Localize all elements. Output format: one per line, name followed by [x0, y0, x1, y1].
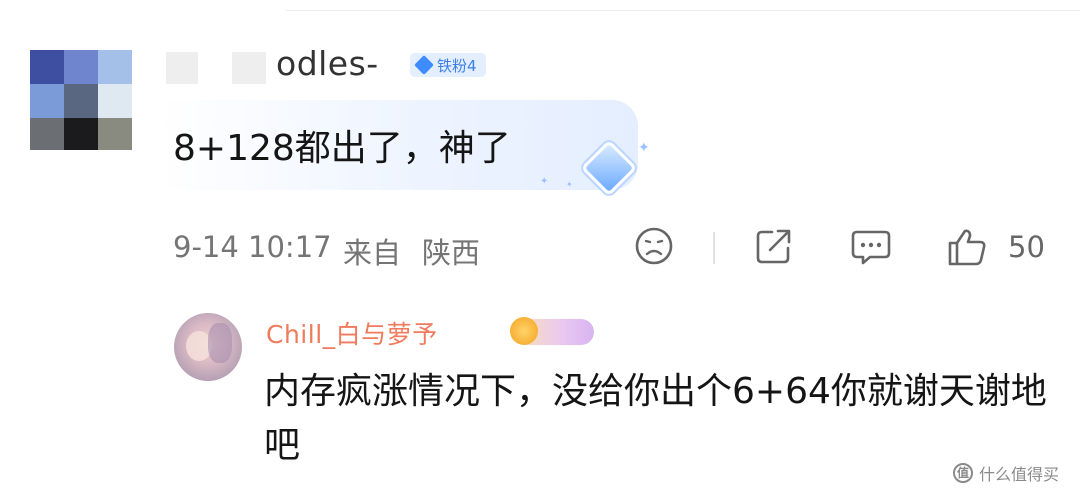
- sparkle-icon: ✦: [566, 180, 573, 189]
- vip-badge[interactable]: [510, 317, 594, 345]
- fan-badge[interactable]: 铁粉4: [410, 53, 486, 77]
- thumbs-up-icon[interactable]: [946, 226, 988, 272]
- diamond-icon: [414, 55, 434, 75]
- comment-location: 陕西: [422, 236, 481, 270]
- top-divider: [285, 10, 1080, 11]
- watermark: 值 什么值得买: [953, 461, 1059, 485]
- comment-text: 8+128都出了，神了: [173, 128, 511, 169]
- comment-username[interactable]: odles-: [276, 44, 379, 83]
- fan-badge-label: 铁粉4: [437, 56, 477, 75]
- sad-face-icon[interactable]: [634, 226, 674, 270]
- reply-avatar[interactable]: [174, 313, 242, 381]
- reply-text: 内存疯涨情况下，没给你出个6+64你就谢天谢地吧: [264, 371, 1047, 466]
- action-separator: [713, 232, 715, 264]
- comment-timestamp: 9-14 10:17: [173, 230, 332, 264]
- avatar[interactable]: [30, 50, 132, 150]
- like-count: 50: [1008, 230, 1045, 264]
- share-icon[interactable]: [754, 226, 794, 270]
- watermark-text: 什么值得买: [979, 465, 1060, 484]
- crown-icon: [510, 317, 538, 345]
- reply-username[interactable]: Chill_白与萝予: [266, 315, 438, 351]
- comment-source-prefix: 来自: [343, 236, 402, 270]
- comment-icon[interactable]: [850, 226, 892, 270]
- sparkle-icon: ✦: [638, 140, 650, 156]
- avatar-blur-shape: [208, 323, 232, 363]
- smzdm-logo-icon: 值: [953, 463, 973, 483]
- sparkle-icon: ✦: [540, 176, 549, 187]
- censored-name-block: [232, 52, 266, 84]
- censored-name-block: [166, 52, 198, 84]
